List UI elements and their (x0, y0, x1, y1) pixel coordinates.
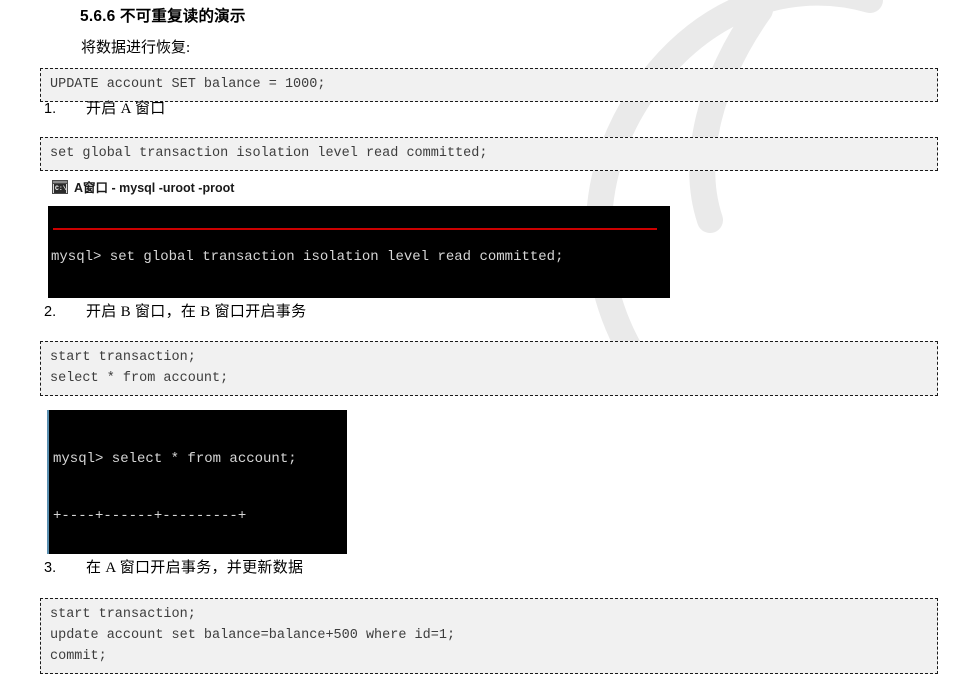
step-text-3: 在 A 窗口开启事务，并更新数据 (86, 560, 304, 576)
step-item-2: 2. 开启 B 窗口，在 B 窗口开启事务 (44, 300, 306, 321)
code-block-isolation: set global transaction isolation level r… (40, 137, 938, 171)
terminal-window-a: mysql> set global transaction isolation … (48, 206, 670, 298)
step-number-3: 3. (44, 560, 57, 576)
console-window-title: A窗口 - mysql -uroot -proot (74, 181, 235, 195)
terminal-window-b: mysql> select * from account; +----+----… (47, 410, 347, 554)
step-number-1: 1. (44, 101, 57, 117)
terminal-b-line-1: mysql> select * from account; (53, 451, 297, 467)
console-window-caption: C:\. A窗口 - mysql -uroot -proot (52, 177, 234, 196)
code-block-window-a-update: start transaction; update account set ba… (40, 598, 938, 674)
section-heading: 5.6.6 不可重复读的演示 (80, 8, 246, 25)
intro-paragraph: 将数据进行恢复: (81, 40, 191, 56)
terminal-a-line-1: mysql> set global transaction isolation … (51, 249, 564, 265)
step-text-1: 开启 A 窗口 (86, 101, 166, 117)
terminal-b-line-2: +----+------+---------+ (53, 508, 247, 524)
step-text-2: 开启 B 窗口，在 B 窗口开启事务 (86, 304, 307, 320)
step-item-3: 3. 在 A 窗口开启事务，并更新数据 (44, 556, 303, 577)
page-watermark (330, 0, 950, 400)
step-item-1: 1. 开启 A 窗口 (44, 97, 166, 118)
command-prompt-icon: C:\. (52, 179, 68, 194)
code-block-window-b: start transaction; select * from account… (40, 341, 938, 396)
red-underline-annotation (53, 228, 657, 230)
step-number-2: 2. (44, 304, 57, 320)
command-prompt-icon-glyph: C:\. (54, 183, 66, 193)
code-block-restore: UPDATE account SET balance = 1000; (40, 68, 938, 102)
